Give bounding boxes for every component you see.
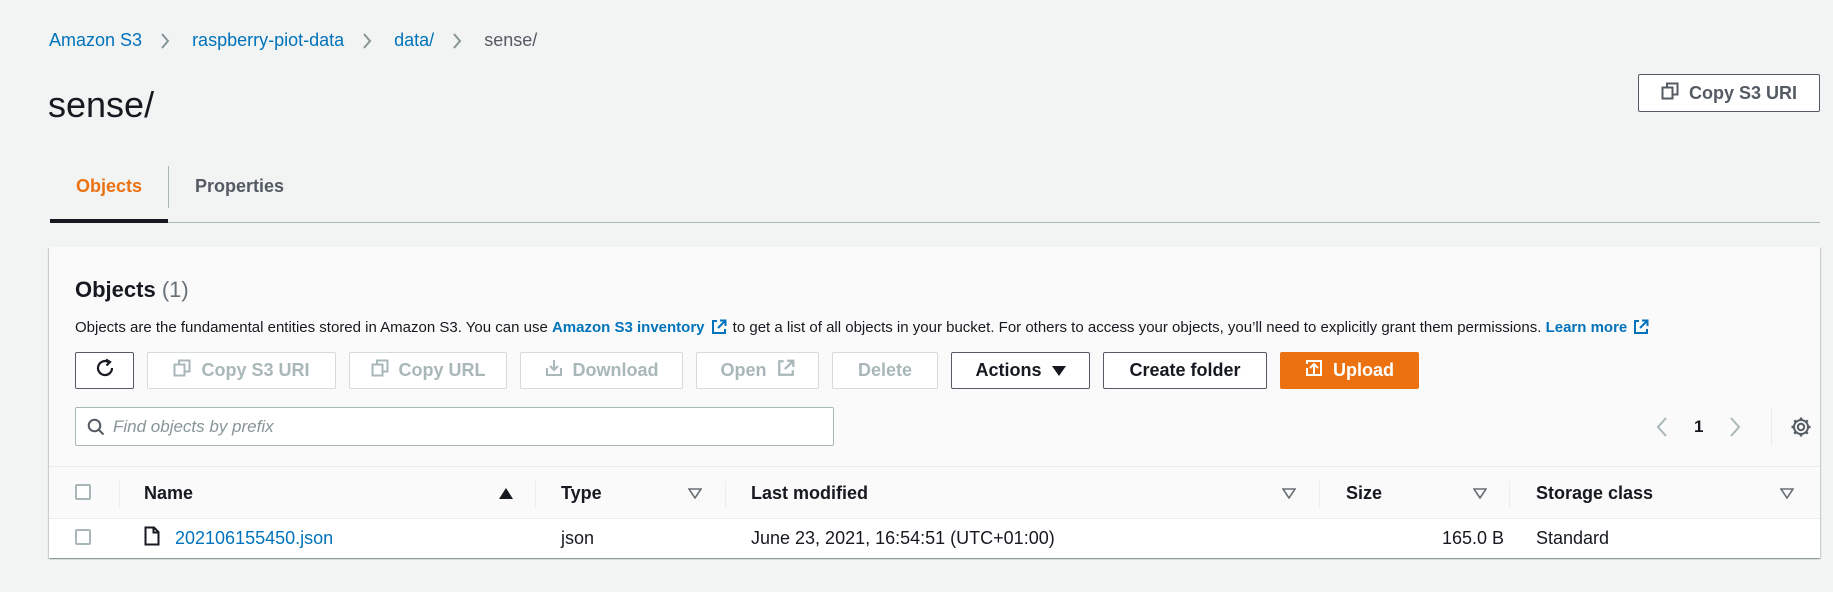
description-prefix: Objects are the fundamental entities sto…	[75, 319, 552, 336]
sort-icon[interactable]	[1780, 488, 1794, 499]
sort-icon[interactable]	[688, 488, 702, 499]
column-divider	[535, 481, 536, 507]
create-folder-button[interactable]: Create folder	[1103, 352, 1267, 389]
copy-s3-uri-button[interactable]: Copy S3 URI	[1638, 74, 1820, 112]
row-checkbox[interactable]	[75, 529, 91, 545]
copy-icon	[1661, 82, 1679, 105]
sort-ascending-icon[interactable]	[499, 488, 513, 499]
objects-panel-header: Objects (1) Objects are the fundamental …	[49, 247, 1820, 467]
column-divider	[1509, 481, 1510, 507]
pagination: 1	[1644, 407, 1812, 446]
column-header-storage-class[interactable]: Storage class	[1536, 483, 1653, 504]
copy-s3-uri-action-button[interactable]: Copy S3 URI	[147, 352, 336, 389]
external-link-icon	[1633, 319, 1649, 339]
previous-page-button[interactable]	[1644, 416, 1680, 437]
current-page-number[interactable]: 1	[1680, 417, 1717, 437]
column-header-last-modified[interactable]: Last modified	[751, 483, 868, 504]
objects-title-text: Objects	[75, 277, 156, 302]
open-label: Open	[720, 360, 767, 380]
refresh-icon	[94, 357, 116, 384]
copy-url-label: Copy URL	[398, 360, 486, 380]
download-button[interactable]: Download	[520, 352, 683, 389]
sort-icon[interactable]	[1282, 488, 1296, 499]
sort-icon[interactable]	[1473, 488, 1487, 499]
create-folder-label: Create folder	[1129, 360, 1241, 380]
object-name-link[interactable]: 202106155450.json	[175, 528, 333, 549]
copy-s3-uri-action-label: Copy S3 URI	[201, 360, 310, 380]
column-divider	[725, 481, 726, 507]
next-page-button[interactable]	[1717, 416, 1753, 437]
object-last-modified: June 23, 2021, 16:54:51 (UTC+01:00)	[751, 528, 1055, 548]
breadcrumb-current: sense/	[484, 30, 538, 50]
description-middle: to get a list of all objects in your buc…	[728, 319, 1546, 336]
objects-panel: Objects (1) Objects are the fundamental …	[49, 247, 1820, 558]
download-icon	[545, 359, 563, 382]
delete-button[interactable]: Delete	[832, 352, 938, 389]
file-icon	[144, 526, 160, 551]
copy-s3-uri-label: Copy S3 URI	[1688, 82, 1798, 103]
objects-panel-title: Objects (1)	[75, 277, 189, 303]
search-input[interactable]	[105, 408, 833, 445]
refresh-button[interactable]	[75, 352, 134, 389]
upload-label: Upload	[1333, 360, 1394, 380]
objects-description: Objects are the fundamental entities sto…	[75, 319, 1651, 339]
objects-table: Name Type Last modified Size Storage cla…	[49, 467, 1820, 557]
column-header-name[interactable]: Name	[144, 483, 193, 504]
upload-icon	[1305, 359, 1323, 382]
download-label: Download	[572, 360, 659, 380]
breadcrumb: Amazon S3 raspberry-piot-data data/ sens…	[49, 30, 537, 51]
upload-button[interactable]: Upload	[1280, 352, 1419, 389]
external-link-icon	[777, 359, 795, 382]
actions-dropdown-button[interactable]: Actions	[951, 352, 1090, 389]
column-divider	[1319, 481, 1320, 507]
external-link-icon	[711, 319, 727, 339]
breadcrumb-bucket[interactable]: raspberry-piot-data	[192, 30, 344, 51]
chevron-right-icon	[452, 32, 462, 49]
tab-properties[interactable]: Properties	[169, 166, 310, 222]
column-header-type[interactable]: Type	[561, 483, 602, 504]
copy-url-button[interactable]: Copy URL	[349, 352, 507, 389]
copy-icon	[371, 359, 389, 382]
object-type: json	[561, 528, 595, 548]
objects-actions: Copy S3 URI Copy URL Download Open Delet…	[75, 352, 1419, 389]
objects-count: (1)	[161, 277, 189, 302]
search-icon	[87, 418, 105, 436]
column-divider	[119, 481, 120, 507]
search-box	[75, 407, 834, 446]
pager-divider	[1771, 407, 1773, 446]
breadcrumb-data-folder[interactable]: data/	[394, 30, 434, 51]
settings-gear-icon[interactable]	[1790, 416, 1812, 438]
page-title: sense/	[48, 84, 155, 125]
caret-down-icon	[1051, 360, 1066, 381]
object-size: 165.0 B	[1441, 528, 1504, 548]
object-storage-class: Standard	[1536, 528, 1610, 548]
learn-more-link[interactable]: Learn more	[1546, 319, 1628, 336]
delete-label: Delete	[857, 360, 913, 380]
column-header-size[interactable]: Size	[1346, 483, 1382, 504]
breadcrumb-amazon-s3[interactable]: Amazon S3	[49, 30, 142, 51]
actions-label: Actions	[975, 360, 1042, 380]
table-row[interactable]: 202106155450.json json June 23, 2021, 16…	[49, 519, 1820, 557]
open-button[interactable]: Open	[696, 352, 819, 389]
inventory-link[interactable]: Amazon S3 inventory	[552, 319, 705, 336]
tab-objects[interactable]: Objects	[50, 166, 169, 223]
copy-icon	[173, 359, 191, 382]
select-all-checkbox[interactable]	[75, 484, 91, 500]
table-header-row: Name Type Last modified Size Storage cla…	[49, 467, 1820, 519]
tab-bar: Objects Properties	[50, 166, 1820, 223]
chevron-right-icon	[160, 32, 170, 49]
chevron-right-icon	[362, 32, 372, 49]
